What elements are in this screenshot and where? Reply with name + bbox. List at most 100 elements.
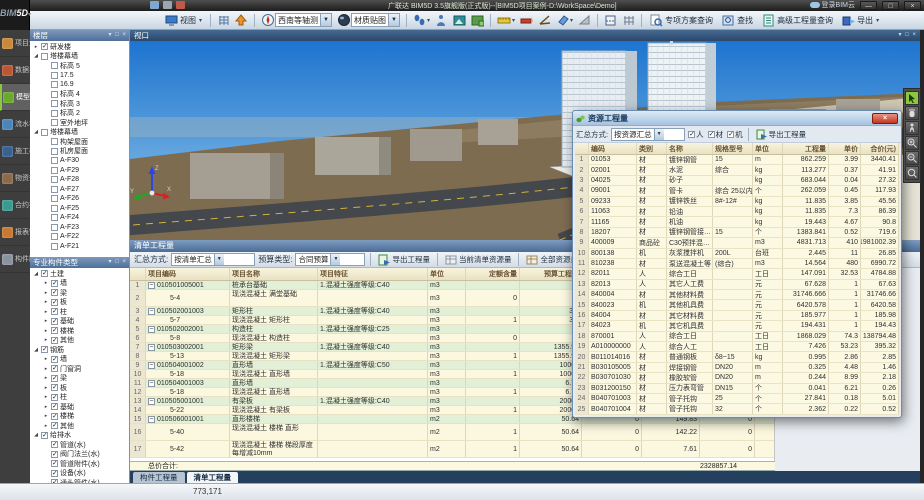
collapse-icon[interactable] (148, 282, 155, 289)
expand-icon[interactable]: ◢ (33, 53, 39, 59)
checkbox[interactable] (51, 308, 58, 315)
triangle-tool-button[interactable] (577, 12, 592, 28)
tree-item[interactable]: A-F28 (30, 175, 129, 185)
view-button[interactable]: 视图 (162, 12, 205, 28)
table-row[interactable]: 9 400009 商品砼 C30预拌混… m3 4831.713 410 198… (575, 238, 899, 248)
tree-item[interactable]: A-F30 (30, 156, 129, 166)
tree-item[interactable]: A-F22 (30, 232, 129, 242)
bottom-tab[interactable]: 构件工程量 (133, 472, 185, 483)
expand-icon[interactable]: ▸ (43, 404, 49, 410)
table-row[interactable]: 10 800138 机 灰浆搅拌机 200L 台班 2.445 11 26.85 (575, 249, 899, 259)
collapse-icon[interactable] (148, 326, 155, 333)
checkbox[interactable] (51, 451, 58, 458)
checkbox[interactable] (51, 72, 58, 79)
table-row[interactable]: 24 B040701003 材 管子托钩 25 个 27.841 0.18 5.… (575, 394, 899, 404)
dialog-title-bar[interactable]: 资源工程量 × (573, 111, 901, 126)
collapse-icon[interactable] (148, 416, 155, 423)
checkbox[interactable] (51, 289, 58, 296)
checkbox[interactable] (51, 422, 58, 429)
tree-item[interactable]: 机房屋面 (30, 147, 129, 157)
collapse-icon[interactable] (148, 380, 155, 387)
expand-icon[interactable]: ▸ (43, 423, 49, 429)
close-icon[interactable]: × (912, 32, 917, 38)
checkbox[interactable] (41, 43, 48, 50)
login-bim-cloud[interactable]: 登录BIM云 (810, 0, 855, 10)
checkbox[interactable] (51, 119, 58, 126)
table-row[interactable]: 18 870001 人 综合工日 工日 1868.029 74.3 138794… (575, 332, 899, 342)
tree-item[interactable]: A-F26 (30, 194, 129, 204)
expand-icon[interactable]: ◢ (33, 347, 39, 353)
app-logo[interactable]: BIM5D▾ (0, 0, 30, 30)
viewport-tab[interactable]: 视口 (134, 31, 149, 40)
checkbox[interactable] (51, 243, 58, 250)
tree-item[interactable]: 标高 3 (30, 99, 129, 109)
float-icon[interactable]: □ (115, 259, 120, 265)
table-row[interactable]: 13 82013 人 其它人工费 元 67.628 1 67.63 (575, 280, 899, 290)
tree-item[interactable]: A-F24 (30, 213, 129, 223)
tree-item[interactable]: 标高 4 (30, 90, 129, 100)
checkbox[interactable] (51, 280, 58, 287)
dialog-export-button[interactable]: 导出工程量 (754, 129, 809, 140)
checkbox[interactable] (51, 205, 58, 212)
advanced-quantity-query-button[interactable]: 高级工程量查询 (759, 12, 836, 28)
tree-item[interactable]: 管道(水) (30, 440, 129, 450)
checkbox[interactable] (51, 110, 58, 117)
nav-item[interactable]: 数据导入 (0, 57, 30, 84)
nav-item[interactable]: 物资查询 (0, 165, 30, 192)
tree-item[interactable]: ▸ 楼梯 (30, 412, 129, 422)
table-row[interactable]: 16 5-40 现浇混凝土 楼梯 直形 m2 1 50.64 0 142.22 … (130, 424, 774, 441)
expand-icon[interactable]: ▸ (43, 318, 49, 324)
find-button[interactable]: 查找 (719, 12, 756, 28)
dialog-close-button[interactable]: × (872, 113, 898, 124)
close-icon[interactable]: × (122, 259, 127, 265)
checkbox[interactable] (51, 167, 58, 174)
avatar-button[interactable] (434, 12, 449, 28)
checkbox[interactable] (51, 91, 58, 98)
nav-item[interactable]: 施工模拟 (0, 138, 30, 165)
zoom-in-button[interactable] (905, 136, 919, 150)
rebar-view-button[interactable] (621, 12, 636, 28)
checkbox[interactable] (51, 318, 58, 325)
tree-item[interactable]: ▸ 柱 (30, 307, 129, 317)
collapse-icon[interactable] (148, 344, 155, 351)
table-row[interactable]: 11 810238 材 泵送混凝土等… (综合) m3 14.564 480 6… (575, 259, 899, 269)
expand-icon[interactable]: ◢ (33, 129, 39, 135)
measure-button[interactable] (496, 12, 516, 28)
tree-item[interactable]: ▸ 楼梯 (30, 326, 129, 336)
tree-item[interactable]: ▸ 梁 (30, 288, 129, 298)
tree-item[interactable]: A-F27 (30, 185, 129, 195)
expand-icon[interactable]: ▸ (43, 328, 49, 334)
tree-item[interactable]: ▸ 基础 (30, 317, 129, 327)
tree-item[interactable]: ◢ 塔楼幕墙 (30, 128, 129, 138)
checkbox[interactable] (51, 157, 58, 164)
checkbox[interactable] (51, 327, 58, 334)
tree-item[interactable]: A-F25 (30, 204, 129, 214)
checkbox[interactable] (51, 195, 58, 202)
table-row[interactable]: 12 82011 人 综合工日 工日 147.091 32.53 4784.88 (575, 269, 899, 279)
expand-icon[interactable]: ▸ (43, 394, 49, 400)
category-checkbox[interactable]: 材 (708, 129, 724, 140)
checkbox[interactable] (51, 233, 58, 240)
checkbox[interactable] (51, 413, 58, 420)
checkbox[interactable] (51, 384, 58, 391)
checkbox[interactable] (688, 131, 695, 138)
checkbox[interactable] (51, 176, 58, 183)
checkbox[interactable] (51, 470, 58, 477)
tree-item[interactable]: ▸ 柱 (30, 393, 129, 403)
pin-icon[interactable]: ▾ (109, 259, 113, 265)
table-row[interactable]: 15 840023 机 其他机具费 元 6420.578 1 6420.58 (575, 300, 899, 310)
tree-item[interactable]: 标高 5 (30, 61, 129, 71)
checkbox[interactable] (51, 81, 58, 88)
viewpoint-save-button[interactable] (452, 12, 467, 28)
expand-icon[interactable]: ▸ (43, 309, 49, 315)
pin-icon[interactable]: ▾ (109, 32, 113, 38)
expand-icon[interactable]: ◢ (33, 432, 39, 438)
nav-item[interactable]: 项目资料 (0, 30, 30, 57)
pin-icon[interactable] (176, 1, 185, 9)
checkbox[interactable] (41, 53, 48, 60)
tree-item[interactable]: ▸ 板 (30, 298, 129, 308)
tree-item[interactable]: A-F29 (30, 166, 129, 176)
table-row[interactable]: 25 B040701004 材 管子托钩 32 个 2.362 0.22 0.5… (575, 404, 899, 414)
close-button[interactable]: × (904, 1, 921, 10)
bottom-tab[interactable]: 清单工程量 (187, 472, 239, 483)
